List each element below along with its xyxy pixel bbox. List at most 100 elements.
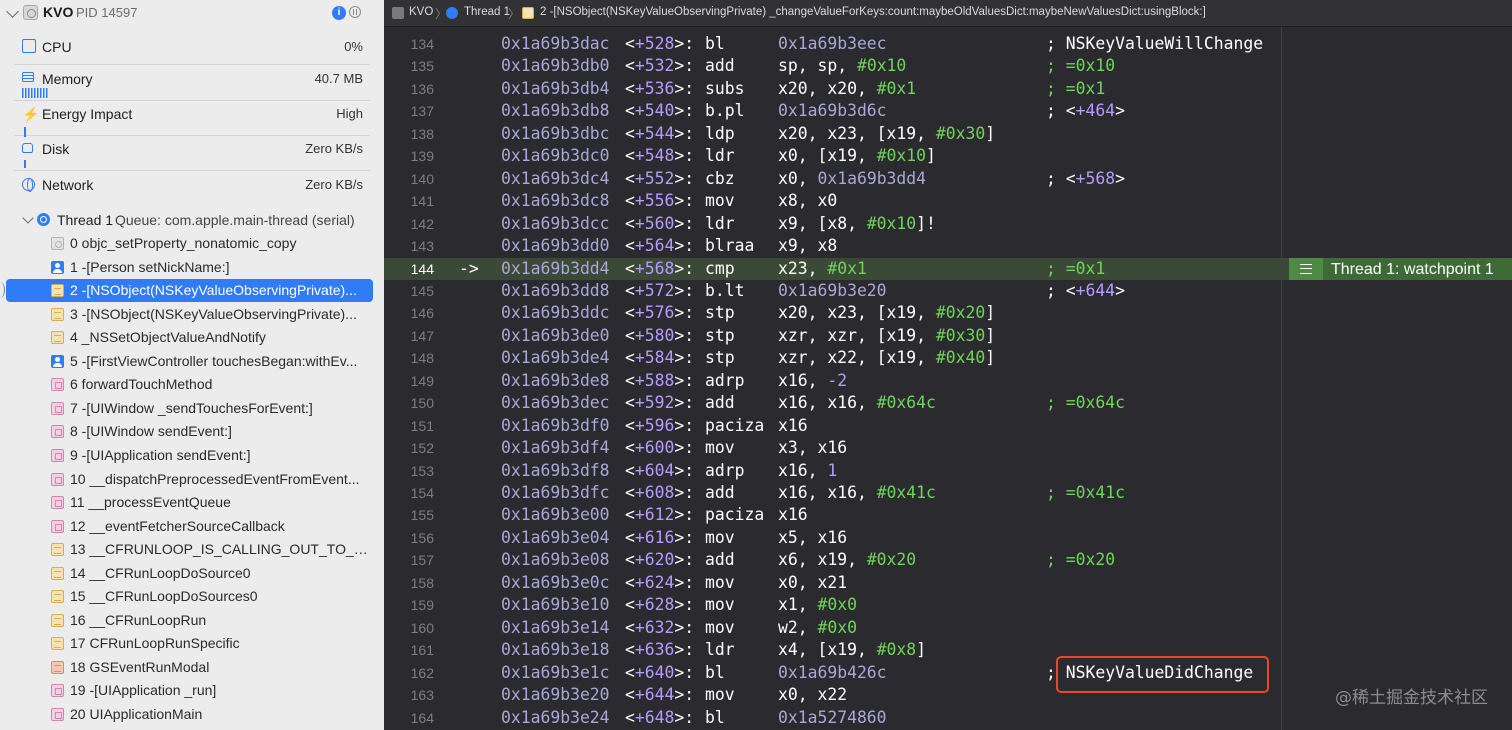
disassembly-editor[interactable]: 134 0x1a69b3dac <+528>: bl 0x1a69b3eec ; NSKe… xyxy=(384,27,1512,730)
disassembly-line[interactable]: 134 0x1a69b3dac <+528>: bl 0x1a69b3eec ; NSKe… xyxy=(384,33,1512,56)
operand-token: #0x20 xyxy=(866,550,917,570)
stack-frame-row[interactable]: 14 __CFRunLoopDoSource0 xyxy=(6,562,373,585)
disassembly-line[interactable]: 150 0x1a69b3dec <+592>: add x16, x16, #0x64c… xyxy=(384,392,1512,415)
disassembly-line[interactable]: 156 0x1a69b3e04 <+616>: mov x5, x16 xyxy=(384,527,1512,550)
instruction-address: 0x1a69b3df8 xyxy=(501,460,610,480)
disassembly-line[interactable]: 149 0x1a69b3de8 <+588>: adrp x16, -2 xyxy=(384,370,1512,393)
frame-lib-icon xyxy=(51,543,64,557)
operand-token: #0x1 xyxy=(827,258,867,278)
disassembly-line[interactable]: 140 0x1a69b3dc4 <+552>: cbz x0, 0x1a69b3dd4;… xyxy=(384,168,1512,191)
watchpoint-badge[interactable]: Thread 1: watchpoint 1 xyxy=(1289,257,1512,280)
line-number: 158 xyxy=(410,574,434,591)
frame-label: 11 __processEventQueue xyxy=(70,494,231,511)
mnemonic: ldp xyxy=(705,123,735,143)
stack-frame-row[interactable]: 18 GSEventRunModal xyxy=(6,656,373,679)
disassembly-line[interactable]: 138 0x1a69b3dbc <+544>: ldp x20, x23, [x19, … xyxy=(384,123,1512,146)
pause-icon[interactable] xyxy=(349,6,361,18)
thread-row[interactable]: Thread 1 Queue: com.apple.main-thread (s… xyxy=(0,208,384,231)
current-instruction-line[interactable]: 144 -> 0x1a69b3dd4 <+568>: cmp x23, #0x1 ; =0x… xyxy=(384,257,1512,280)
stack-frame-row[interactable]: 11 __processEventQueue xyxy=(6,491,373,514)
disassembly-line[interactable]: 135 0x1a69b3db0 <+532>: add sp, sp, #0x10 ; =… xyxy=(384,55,1512,78)
jumpbar-thread[interactable]: Thread 1 xyxy=(464,6,510,18)
disassembly-line[interactable]: 148 0x1a69b3de4 <+584>: stp xzr, x22, [x19, … xyxy=(384,347,1512,370)
info-icon[interactable]: i xyxy=(332,6,346,20)
jumpbar-frame[interactable]: 2 -[NSObject(NSKeyValueObservingPrivate)… xyxy=(540,6,1206,18)
disassembly-line[interactable]: 157 0x1a69b3e08 <+620>: add x6, x19, #0x20 ; … xyxy=(384,549,1512,572)
instruction-offset: <+544>: xyxy=(625,123,695,143)
disassembly-line[interactable]: 142 0x1a69b3dcc <+560>: ldr x9, [x8, #0x10]! xyxy=(384,213,1512,236)
disassembly-line[interactable]: 147 0x1a69b3de0 <+580>: stp xzr, xzr, [x19, … xyxy=(384,325,1512,348)
offset-value: +628 xyxy=(634,595,675,615)
disassembly-line[interactable]: 153 0x1a69b3df8 <+604>: adrp x16, 1 xyxy=(384,460,1512,483)
operand-token: #0x0 xyxy=(817,617,857,637)
disassembly-line[interactable]: 146 0x1a69b3ddc <+576>: stp x20, x23, [x19, … xyxy=(384,302,1512,325)
gauge-energy[interactable]: ⚡ Energy Impact High xyxy=(14,101,370,137)
chevron-down-icon[interactable] xyxy=(22,212,34,224)
stack-frame-row[interactable]: 16 __CFRunLoopRun xyxy=(6,609,373,632)
line-number: 164 xyxy=(410,709,434,726)
jumpbar-project[interactable]: KVO xyxy=(409,6,433,18)
disassembly-line[interactable]: 161 0x1a69b3e18 <+636>: ldr x4, [x19, #0x8] xyxy=(384,639,1512,662)
gauge-memory[interactable]: Memory 40.7 MB xyxy=(14,66,370,101)
disassembly-line[interactable]: 158 0x1a69b3e0c <+624>: mov x0, x21 xyxy=(384,572,1512,595)
disassembly-line[interactable]: 162 0x1a69b3e1c <+640>: bl 0x1a69b426c; NSKe… xyxy=(384,662,1512,685)
instruction-offset: <+560>: xyxy=(625,213,695,233)
operand-token: -2 xyxy=(827,370,848,390)
stack-frame-row[interactable]: 15 __CFRunLoopDoSources0 xyxy=(6,585,373,608)
gauge-cpu[interactable]: CPU 0% xyxy=(14,30,370,65)
disk-icon xyxy=(22,143,33,153)
disassembly-line[interactable]: 145 0x1a69b3dd8 <+572>: b.lt 0x1a69b3e20 ; <+… xyxy=(384,280,1512,303)
stack-frame-row[interactable]: 12 __eventFetcherSourceCallback xyxy=(6,515,373,538)
line-number: 142 xyxy=(410,215,434,232)
disassembly-line[interactable]: 159 0x1a69b3e10 <+628>: mov x1, #0x0 xyxy=(384,594,1512,617)
stack-frame-row[interactable]: 1 -[Person setNickName:] xyxy=(6,256,373,279)
stack-frame-row[interactable]: 3 -[NSObject(NSKeyValueObservingPrivate)… xyxy=(6,303,373,326)
comment-offset: +644 xyxy=(1075,280,1116,300)
stack-frame-row[interactable]: 0 objc_setProperty_nonatomic_copy xyxy=(6,232,373,255)
disassembly-line[interactable]: 160 0x1a69b3e14 <+632>: mov w2, #0x0 xyxy=(384,617,1512,640)
thread-icon xyxy=(37,213,50,226)
disassembly-line[interactable]: 137 0x1a69b3db8 <+540>: b.pl 0x1a69b3d6c ; <+… xyxy=(384,100,1512,123)
stack-frame-row[interactable]: 17 CFRunLoopRunSpecific xyxy=(6,632,373,655)
stack-frame-row[interactable]: 2 -[NSObject(NSKeyValueObservingPrivate)… xyxy=(6,279,373,303)
operands: x3, x16 xyxy=(778,438,848,458)
offset-value: +576 xyxy=(634,303,675,323)
stack-frame-row[interactable]: 4 _NSSetObjectValueAndNotify xyxy=(6,326,373,349)
stack-frame-row[interactable]: 10 __dispatchPreprocessedEventFromEvent.… xyxy=(6,468,373,491)
stack-frame-row[interactable]: 13 __CFRUNLOOP_IS_CALLING_OUT_TO_A_... xyxy=(6,538,373,561)
chevron-down-icon[interactable] xyxy=(6,5,19,18)
memory-bars xyxy=(22,88,48,98)
frame-uikit-icon xyxy=(51,425,64,439)
stack-frame-row[interactable]: 9 -[UIApplication sendEvent:] xyxy=(6,444,373,467)
stack-frame-row[interactable]: 6 forwardTouchMethod xyxy=(6,373,373,396)
disassembly-line[interactable]: 139 0x1a69b3dc0 <+548>: ldr x0, [x19, #0x10] xyxy=(384,145,1512,168)
operands: x5, x16 xyxy=(778,527,848,547)
stack-frame-row[interactable]: 8 -[UIWindow sendEvent:] xyxy=(6,420,373,443)
instruction-comment: ; =0x1 xyxy=(1046,258,1106,278)
frame-uikit-icon xyxy=(51,378,64,392)
disassembly-line[interactable]: 141 0x1a69b3dc8 <+556>: mov x8, x0 xyxy=(384,190,1512,213)
gauge-disk[interactable]: Disk Zero KB/s xyxy=(14,136,370,171)
disassembly-line[interactable]: 151 0x1a69b3df0 <+596>: paciza x16 xyxy=(384,415,1512,438)
disassembly-line[interactable]: 152 0x1a69b3df4 <+600>: mov x3, x16 xyxy=(384,437,1512,460)
disassembly-line[interactable]: 154 0x1a69b3dfc <+608>: add x16, x16, #0x41c… xyxy=(384,482,1512,505)
offset-value: +572 xyxy=(634,280,675,300)
stack-frame-row[interactable]: 19 -[UIApplication _run] xyxy=(6,679,373,702)
disassembly-line[interactable]: 143 0x1a69b3dd0 <+564>: blraa x9, x8 xyxy=(384,235,1512,258)
stack-frame-row[interactable]: 7 -[UIWindow _sendTouchesForEvent:] xyxy=(6,397,373,420)
watchpoint-label: Thread 1: watchpoint 1 xyxy=(1331,260,1494,278)
disassembly-line[interactable]: 164 0x1a69b3e24 <+648>: bl 0x1a5274860 xyxy=(384,707,1512,730)
process-header[interactable]: KVO PID 14597 i xyxy=(0,0,384,26)
offset-value: +608 xyxy=(634,483,675,502)
disassembly-line[interactable]: 136 0x1a69b3db4 <+536>: subs x20, x20, #0x1;… xyxy=(384,78,1512,101)
mnemonic: b.pl xyxy=(705,101,745,121)
instruction-address: 0x1a69b3db0 xyxy=(501,56,610,76)
instruction-address: 0x1a69b3dd8 xyxy=(501,280,610,300)
stack-frame-row[interactable]: 5 -[FirstViewController touchesBegan:wit… xyxy=(6,350,373,373)
offset-value: +624 xyxy=(634,572,675,592)
disassembly-line[interactable]: 155 0x1a69b3e00 <+612>: paciza x16 xyxy=(384,504,1512,527)
gauge-network[interactable]: Network Zero KB/s xyxy=(14,171,370,205)
instruction-offset: <+632>: xyxy=(625,617,695,637)
stack-frame-row[interactable]: 20 UIApplicationMain xyxy=(6,703,373,726)
line-number: 135 xyxy=(410,58,434,75)
